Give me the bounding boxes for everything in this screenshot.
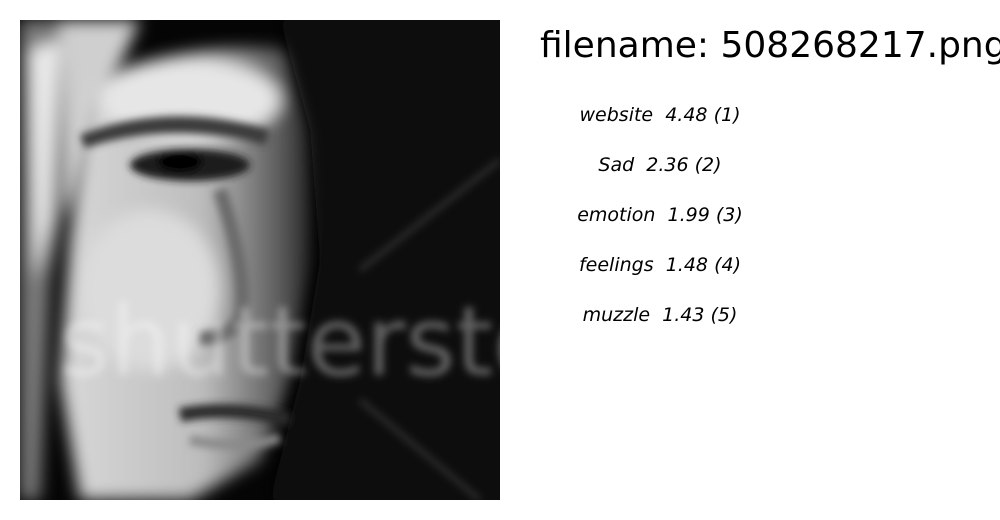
list-item: Sad 2.36 (2) [560, 150, 760, 200]
face-photo: shutterstock [20, 20, 500, 500]
label-rank: (5) [710, 304, 738, 326]
label-score: 1.48 [665, 254, 709, 276]
list-item: emotion 1.99 (3) [560, 200, 760, 250]
label-name: emotion [577, 204, 656, 226]
label-name: website [579, 104, 654, 126]
label-rank: (1) [713, 104, 741, 126]
label-name: feelings [578, 254, 654, 276]
label-name: Sad [598, 154, 635, 176]
list-item: website 4.48 (1) [560, 100, 760, 150]
page-title: filename: 508268217.png [540, 25, 1000, 66]
watermark-text: shutterstock [60, 286, 500, 398]
list-item: muzzle 1.43 (5) [560, 300, 760, 350]
label-score-list: website 4.48 (1) Sad 2.36 (2) emotion 1.… [560, 100, 760, 350]
label-rank: (2) [694, 154, 722, 176]
label-name: muzzle [582, 304, 651, 326]
label-rank: (3) [715, 204, 743, 226]
label-score: 4.48 [665, 104, 708, 126]
list-item: feelings 1.48 (4) [560, 250, 760, 300]
label-score: 2.36 [646, 154, 689, 176]
label-score: 1.99 [667, 204, 710, 226]
label-rank: (4) [714, 254, 741, 276]
label-score: 1.43 [662, 304, 705, 326]
